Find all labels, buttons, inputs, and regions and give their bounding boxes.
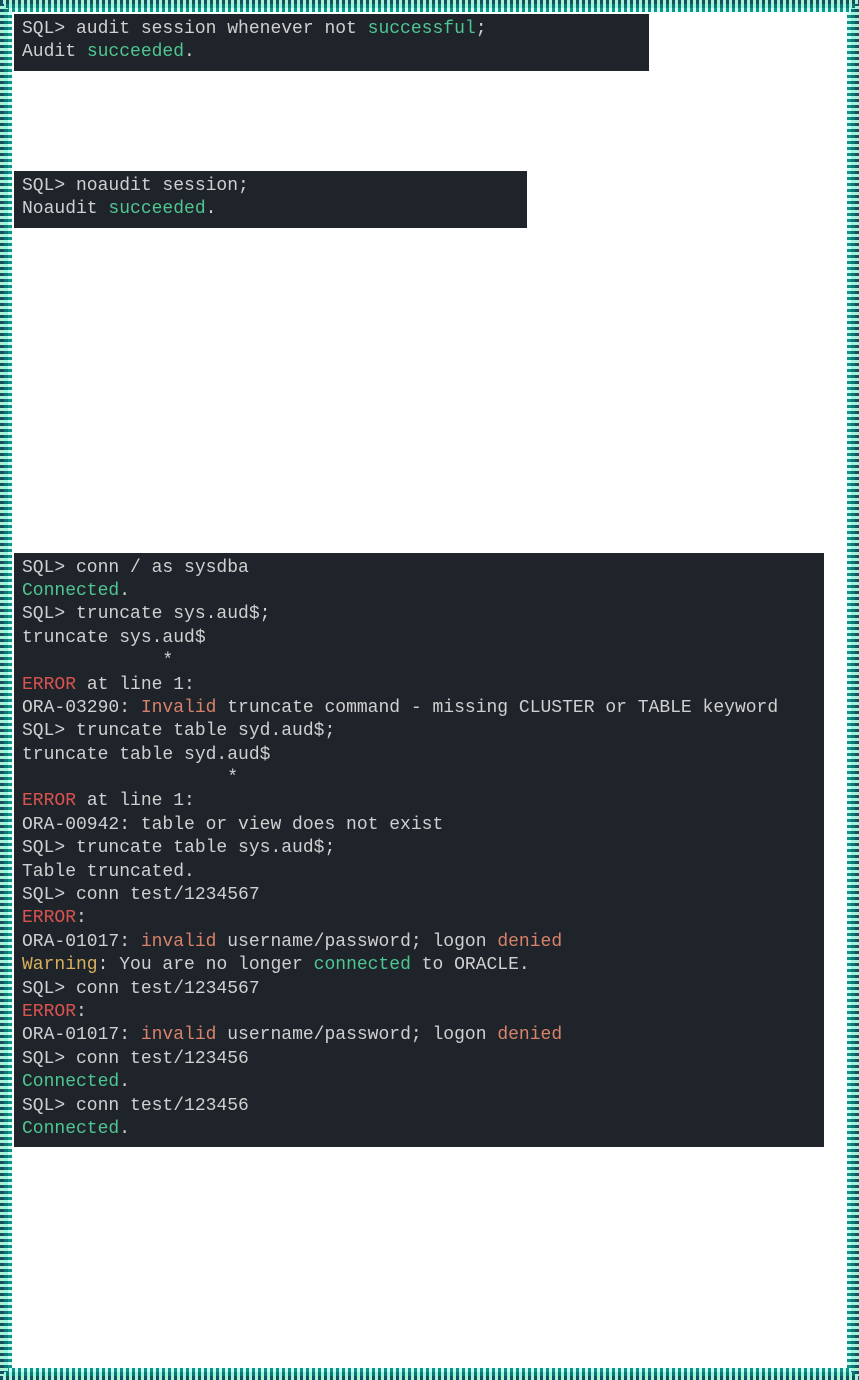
keyword-error: ERROR: [22, 791, 76, 811]
keyword-successful: successful: [368, 19, 476, 39]
terminal-line: truncate table syd.aud$: [22, 744, 816, 767]
terminal-block-3: SQL> conn / as sysdbaConnected.SQL> trun…: [14, 553, 824, 1148]
terminal-block-2: SQL> noaudit session;Noaudit succeeded.: [14, 171, 527, 228]
text: truncate command - missing CLUSTER or TA…: [216, 698, 778, 718]
terminal-line: SQL> conn test/1234567: [22, 978, 816, 1001]
terminal-line: *: [22, 767, 816, 790]
terminal-line: Connected.: [22, 1071, 816, 1094]
keyword-invalid: Invalid: [141, 698, 217, 718]
terminal-line: ORA-01017: invalid username/password; lo…: [22, 1024, 816, 1047]
terminal-line: ERROR at line 1:: [22, 674, 816, 697]
text: : You are no longer: [98, 955, 314, 975]
keyword-warning: Warning: [22, 955, 98, 975]
status-connected: Connected: [22, 1119, 119, 1139]
keyword-invalid: invalid: [141, 932, 217, 952]
terminal-line: ORA-03290: Invalid truncate command - mi…: [22, 697, 816, 720]
keyword-succeeded: succeeded: [108, 199, 205, 219]
terminal-line: Connected.: [22, 580, 816, 603]
terminal-line: ORA-01017: invalid username/password; lo…: [22, 931, 816, 954]
text: to ORACLE.: [411, 955, 530, 975]
terminal-line: Connected.: [22, 1118, 816, 1141]
text: :: [76, 1002, 87, 1022]
terminal-line: Audit succeeded.: [22, 41, 641, 64]
terminal-line: Warning: You are no longer connected to …: [22, 954, 816, 977]
page-content: SQL> audit session whenever not successf…: [14, 14, 845, 1366]
text: at line 1:: [76, 791, 195, 811]
terminal-line: ERROR:: [22, 907, 816, 930]
terminal-line: ERROR:: [22, 1001, 816, 1024]
text: .: [119, 1072, 130, 1092]
status-connected: Connected: [22, 581, 119, 601]
terminal-line: SQL> truncate table syd.aud$;: [22, 720, 816, 743]
keyword-error: ERROR: [22, 675, 76, 695]
terminal-line: SQL> conn test/123456: [22, 1048, 816, 1071]
text: :: [76, 908, 87, 928]
keyword-error: ERROR: [22, 908, 76, 928]
status-connected: Connected: [22, 1072, 119, 1092]
terminal-line: SQL> conn test/1234567: [22, 884, 816, 907]
keyword-connected: connected: [314, 955, 411, 975]
text: ORA-01017:: [22, 932, 141, 952]
text: Noaudit: [22, 199, 108, 219]
text: .: [119, 581, 130, 601]
keyword-succeeded: succeeded: [87, 42, 184, 62]
terminal-line: SQL> conn test/123456: [22, 1095, 816, 1118]
terminal-line: SQL> conn / as sysdba: [22, 557, 816, 580]
text: SQL> audit session whenever not: [22, 19, 368, 39]
terminal-line: ORA-00942: table or view does not exist: [22, 814, 816, 837]
terminal-line: truncate sys.aud$: [22, 627, 816, 650]
text: Audit: [22, 42, 87, 62]
text: username/password; logon: [216, 932, 497, 952]
terminal-line: *: [22, 650, 816, 673]
terminal-line: ERROR at line 1:: [22, 790, 816, 813]
keyword-error: ERROR: [22, 1002, 76, 1022]
terminal-line: SQL> truncate sys.aud$;: [22, 603, 816, 626]
keyword-invalid: invalid: [141, 1025, 217, 1045]
text: .: [119, 1119, 130, 1139]
decorative-border: SQL> audit session whenever not successf…: [0, 0, 859, 1380]
text: ORA-01017:: [22, 1025, 141, 1045]
text: at line 1:: [76, 675, 195, 695]
text: username/password; logon: [216, 1025, 497, 1045]
keyword-denied: denied: [497, 1025, 562, 1045]
terminal-line: Table truncated.: [22, 861, 816, 884]
text: .: [206, 199, 217, 219]
text: ;: [476, 19, 487, 39]
terminal-block-1: SQL> audit session whenever not successf…: [14, 14, 649, 71]
keyword-denied: denied: [497, 932, 562, 952]
terminal-line: SQL> audit session whenever not successf…: [22, 18, 641, 41]
terminal-line: SQL> noaudit session;: [22, 175, 519, 198]
text: ORA-03290:: [22, 698, 141, 718]
terminal-line: SQL> truncate table sys.aud$;: [22, 837, 816, 860]
text: .: [184, 42, 195, 62]
terminal-line: Noaudit succeeded.: [22, 198, 519, 221]
